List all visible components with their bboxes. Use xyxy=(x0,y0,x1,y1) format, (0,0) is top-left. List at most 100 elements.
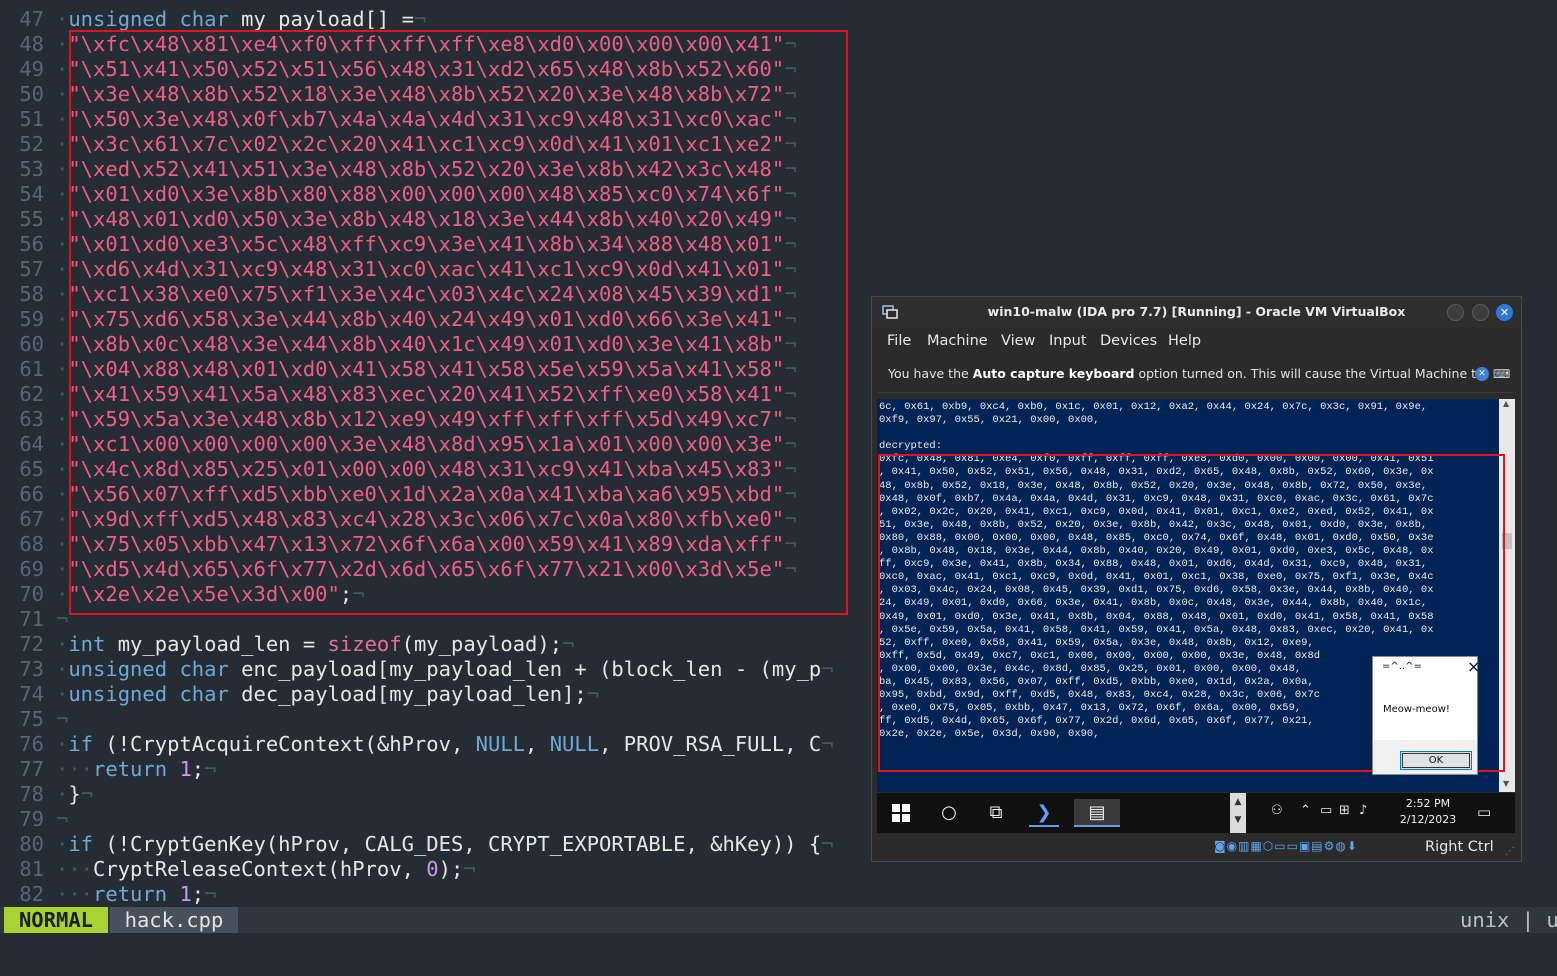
code-line[interactable]: 52 ·"\x3c\x61\x7c\x02\x2c\x20\x41\xc1\xc9… xyxy=(0,132,796,157)
minimize-button[interactable] xyxy=(1447,304,1464,321)
code-line[interactable]: 67 ·"\x9d\xff\xd5\x48\x83\xc4\x28\x3c\x06… xyxy=(0,507,796,532)
task-view-icon[interactable]: ⧉ xyxy=(981,799,1011,827)
menu-devices[interactable]: Devices xyxy=(1100,327,1157,355)
code-line[interactable]: 75 ¬ xyxy=(0,707,68,732)
line-number: 70 xyxy=(19,582,44,606)
line-number: 61 xyxy=(19,357,44,381)
code-line[interactable]: 55 ·"\x48\x01\xd0\x50\x3e\x8b\x48\x18\x3e… xyxy=(0,207,796,232)
line-number: 68 xyxy=(19,532,44,556)
vim-statusline: NORMAL hack.cpp unix | u xyxy=(0,907,1557,933)
code-line[interactable]: 72 ·int my_payload_len = sizeof(my_payloa… xyxy=(0,632,574,657)
code-line[interactable]: 50 ·"\x3e\x48\x8b\x52\x18\x3e\x48\x8b\x52… xyxy=(0,82,796,107)
code-text: ·}¬ xyxy=(56,782,94,806)
menu-file[interactable]: File xyxy=(887,327,911,355)
code-line[interactable]: 80 ·if (!CryptGenKey(hProv, CALG_DES, CRY… xyxy=(0,832,834,857)
code-line[interactable]: 78 ·}¬ xyxy=(0,782,93,807)
keyboard-capture-icon[interactable]: ⌨ xyxy=(1493,367,1510,381)
line-number: 74 xyxy=(19,682,44,706)
line-number: 81 xyxy=(19,857,44,881)
code-line[interactable]: 57 ·"\xd6\x4d\x31\xc9\x48\x31\xc0\xac\x41… xyxy=(0,257,796,282)
code-line[interactable]: 68 ·"\x75\x05\xbb\x47\x13\x72\x6f\x6a\x00… xyxy=(0,532,796,557)
code-line[interactable]: 51 ·"\x50\x3e\x48\x0f\xb7\x4a\x4a\x4d\x31… xyxy=(0,107,797,132)
code-line[interactable]: 74 ·unsigned char dec_payload[my_payload_… xyxy=(0,682,599,707)
menu-input[interactable]: Input xyxy=(1049,327,1087,355)
code-line[interactable]: 48 ·"\xfc\x48\x81\xe4\xf0\xff\xff\xff\xe8… xyxy=(0,32,797,57)
code-line[interactable]: 54 ·"\x01\xd0\x3e\x8b\x80\x88\x00\x00\x00… xyxy=(0,182,796,207)
code-line[interactable]: 59 ·"\x75\xd6\x58\x3e\x44\x8b\x40\x24\x49… xyxy=(0,307,796,332)
file-format: unix | u xyxy=(1460,908,1557,932)
code-text: ·"\xfc\x48\x81\xe4\xf0\xff\xff\xff\xe8\x… xyxy=(56,32,797,56)
taskbar-clock[interactable]: 2:52 PM 2/12/2023 xyxy=(1395,796,1461,828)
volume-icon[interactable]: ♪ xyxy=(1359,803,1367,818)
code-line[interactable]: 47 ·unsigned char my_payload[] =¬ xyxy=(0,7,426,32)
code-line[interactable]: 69 ·"\xd5\x4d\x65\x6f\x77\x2d\x6d\x65\x6f… xyxy=(0,557,797,582)
line-number: 69 xyxy=(19,557,44,581)
line-number: 71 xyxy=(19,607,44,631)
code-text: ·if (!CryptGenKey(hProv, CALG_DES, CRYPT… xyxy=(56,832,834,856)
code-text: ·"\x50\x3e\x48\x0f\xb7\x4a\x4a\x4d\x31\x… xyxy=(56,107,797,131)
clock-time: 2:52 PM xyxy=(1405,797,1451,810)
powershell-icon[interactable]: ❯ xyxy=(1029,799,1059,827)
code-line[interactable]: 71 ¬ xyxy=(0,607,68,632)
message-box-title: =^..^= xyxy=(1382,661,1422,672)
code-line[interactable]: 60 ·"\x8b\x0c\x48\x3e\x44\x8b\x40\x1c\x49… xyxy=(0,332,796,357)
code-line[interactable]: 56 ·"\x01\xd0\xe3\x5c\x48\xff\xc9\x3e\x41… xyxy=(0,232,797,257)
code-line[interactable]: 64 ·"\xc1\x00\x00\x00\x00\x3e\x48\x8d\x95… xyxy=(0,432,796,457)
code-line[interactable]: 77 ···return 1;¬ xyxy=(0,757,216,782)
line-number: 59 xyxy=(19,307,44,331)
code-line[interactable]: 82 ···return 1;¬ xyxy=(0,882,216,907)
code-text: ·unsigned char dec_payload[my_payload_le… xyxy=(56,682,600,706)
close-window-button[interactable]: ✕ xyxy=(1496,304,1513,321)
app-window-icon[interactable]: ▤ xyxy=(1074,799,1120,827)
code-text: ···return 1;¬ xyxy=(56,757,217,781)
search-icon[interactable]: ○ xyxy=(934,799,964,827)
message-box[interactable]: =^..^= × Meow-meow! OK xyxy=(1372,656,1480,775)
menu-view[interactable]: View xyxy=(1001,327,1035,355)
virtualbox-window[interactable]: win10-malw (IDA pro 7.7) [Running] - Ora… xyxy=(871,296,1522,862)
resize-grip-icon[interactable]: ⋰ xyxy=(1505,846,1515,857)
maximize-button[interactable] xyxy=(1472,304,1489,321)
code-line[interactable]: 73 ·unsigned char enc_payload[my_payload_… xyxy=(0,657,833,682)
device-status-icons[interactable]: ◙◉▥▦⬡▭▭▣▤⚙◍⬇ xyxy=(1214,839,1358,853)
close-icon[interactable]: × xyxy=(1467,657,1480,677)
code-line[interactable]: 62 ·"\x41\x59\x41\x5a\x48\x83\xec\x20\x41… xyxy=(0,382,796,407)
line-number: 82 xyxy=(19,882,44,906)
code-text: ·"\xd5\x4d\x65\x6f\x77\x2d\x6d\x65\x6f\x… xyxy=(56,557,797,581)
code-text: ·if (!CryptAcquireContext(&hProv, NULL, … xyxy=(56,732,834,756)
code-line[interactable]: 70 ·"\x2e\x2e\x5e\x3d\x00";¬ xyxy=(0,582,364,607)
code-line[interactable]: 65 ·"\x4c\x8d\x85\x25\x01\x00\x00\x48\x31… xyxy=(0,457,796,482)
notification-icon[interactable]: ▭ xyxy=(1477,803,1491,821)
line-number: 51 xyxy=(19,107,44,131)
scroll-down-icon[interactable]: ▼ xyxy=(1503,779,1509,788)
code-text: ·"\x01\xd0\xe3\x5c\x48\xff\xc9\x3e\x41\x… xyxy=(56,232,797,256)
line-number: 73 xyxy=(19,657,44,681)
network-icon[interactable]: ⊞ xyxy=(1339,803,1350,818)
battery-icon[interactable]: ▭ xyxy=(1320,803,1332,818)
menu-help[interactable]: Help xyxy=(1168,327,1201,355)
notice-close-icon[interactable]: ✕ xyxy=(1475,367,1489,381)
code-line[interactable]: 79 ¬ xyxy=(0,807,68,832)
code-line[interactable]: 49 ·"\x51\x41\x50\x52\x51\x56\x48\x31\xd2… xyxy=(0,57,796,82)
code-line[interactable]: 66 ·"\x56\x07\xff\xd5\xbb\xe0\x1d\x2a\x0a… xyxy=(0,482,796,507)
line-number: 49 xyxy=(19,57,44,81)
menu-machine[interactable]: Machine xyxy=(927,327,988,355)
ok-button[interactable]: OK xyxy=(1400,751,1472,770)
line-number: 47 xyxy=(19,7,44,31)
guest-screen[interactable]: 6c, 0x61, 0xb9, 0xc4, 0xb0, 0x1c, 0x01, … xyxy=(877,399,1515,792)
vim-command-line[interactable] xyxy=(0,933,1557,976)
code-line[interactable]: 53 ·"\xed\x52\x41\x51\x3e\x48\x8b\x52\x20… xyxy=(0,157,796,182)
chevron-up-icon[interactable]: ⌃ xyxy=(1300,803,1311,818)
code-line[interactable]: 58 ·"\xc1\x38\xe0\x75\xf1\x3e\x4c\x03\x4c… xyxy=(0,282,796,307)
taskbar-scroll[interactable]: ▲ ▼ xyxy=(1230,793,1246,833)
scrollbar-thumb[interactable] xyxy=(1502,533,1512,549)
window-titlebar[interactable]: win10-malw (IDA pro 7.7) [Running] - Ora… xyxy=(872,297,1521,327)
people-icon[interactable]: ⚇ xyxy=(1271,803,1283,818)
code-line[interactable]: 81 ···CryptReleaseContext(hProv, 0);¬ xyxy=(0,857,475,882)
console-scrollbar[interactable]: ▲ ▼ xyxy=(1499,399,1515,792)
code-line[interactable]: 61 ·"\x04\x88\x48\x01\xd0\x41\x58\x41\x58… xyxy=(0,357,796,382)
windows-start-icon[interactable] xyxy=(886,799,916,827)
code-line[interactable]: 76 ·if (!CryptAcquireContext(&hProv, NULL… xyxy=(0,732,834,757)
scroll-up-icon[interactable]: ▲ xyxy=(1503,399,1509,408)
clock-date: 2/12/2023 xyxy=(1399,813,1457,826)
code-line[interactable]: 63 ·"\x59\x5a\x3e\x48\x8b\x12\xe9\x49\xff… xyxy=(0,407,796,432)
